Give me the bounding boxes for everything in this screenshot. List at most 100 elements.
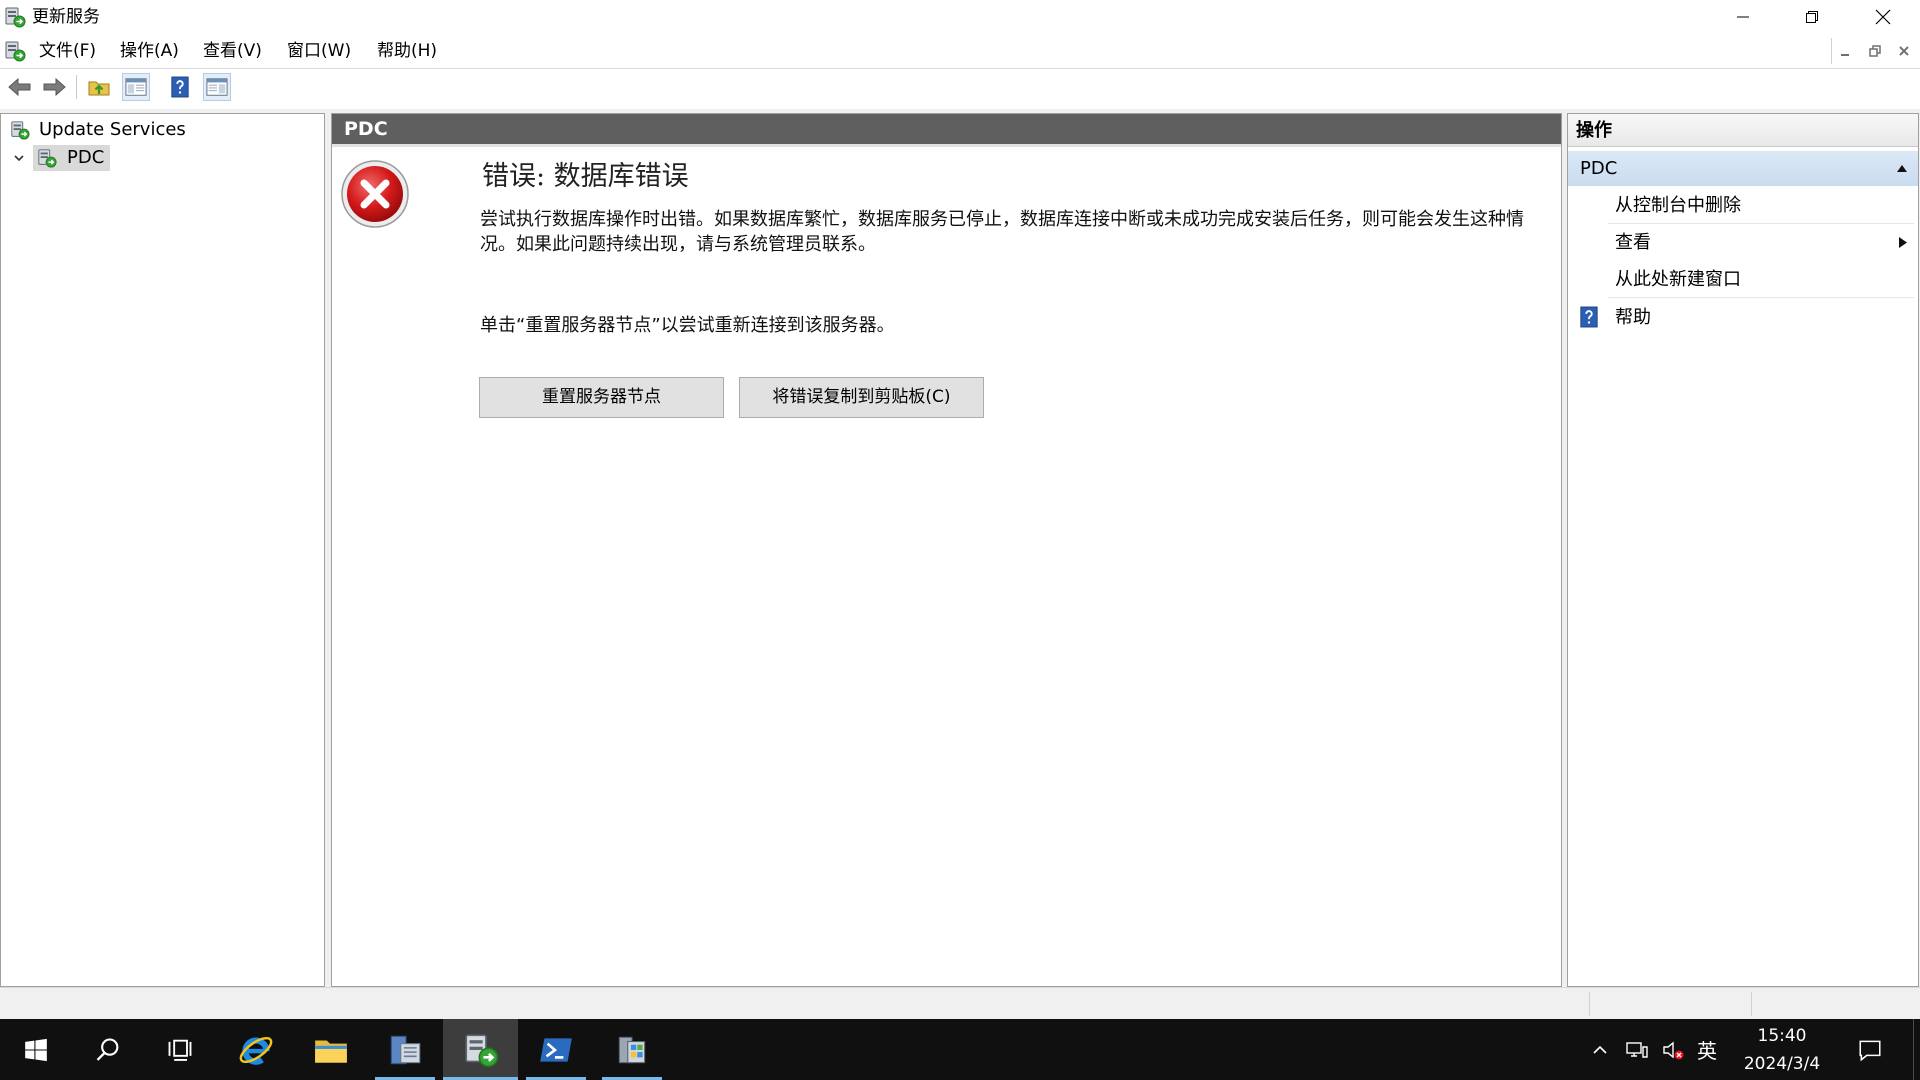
update-services-app-icon[interactable] — [4, 6, 26, 28]
taskbar: 英 15:40 2024/3/4 — [0, 1019, 1920, 1080]
mdi-minimize-icon — [1841, 54, 1849, 56]
action-separator — [1608, 297, 1914, 298]
content-header: PDC — [332, 114, 1561, 147]
mdi-separator — [1831, 38, 1832, 64]
taskbar-update-services[interactable] — [443, 1019, 518, 1080]
reset-server-node-button[interactable]: 重置服务器节点 — [479, 377, 724, 418]
clock-time: 15:40 — [1757, 1026, 1807, 1046]
status-bar — [0, 987, 1920, 1019]
search-button[interactable] — [72, 1019, 144, 1080]
error-title: 错误: 数据库错误 — [482, 161, 689, 192]
action-label: 查看 — [1615, 232, 1651, 253]
file-explorer-icon — [315, 1040, 347, 1063]
tree-node-label: PDC — [67, 147, 105, 168]
status-divider — [1751, 992, 1752, 1016]
clock-date: 2024/3/4 — [1743, 1054, 1821, 1074]
close-icon — [1875, 9, 1891, 25]
menu-window[interactable]: 窗口(W) — [283, 34, 355, 68]
window-title: 更新服务 — [32, 7, 100, 27]
taskbar-file-explorer[interactable] — [294, 1019, 368, 1080]
back-arrow-icon — [8, 77, 31, 97]
menu-bar: 文件(F) 操作(A) 查看(V) 窗口(W) 帮助(H) — [0, 34, 1920, 69]
show-hide-action-pane-icon — [206, 78, 228, 96]
menu-action[interactable]: 操作(A) — [116, 34, 183, 68]
up-one-level-icon — [88, 81, 110, 96]
action-view[interactable]: 查看 — [1568, 224, 1918, 261]
help-button[interactable] — [166, 73, 194, 101]
taskbar-server-manager[interactable] — [368, 1019, 442, 1080]
start-icon — [25, 1038, 47, 1061]
update-services-icon — [464, 1033, 498, 1067]
console-system-menu-icon[interactable] — [4, 40, 26, 62]
forward-arrow-icon — [43, 77, 66, 97]
input-method-indicator[interactable]: 英 — [1692, 1019, 1722, 1080]
action-new-window-from-here[interactable]: 从此处新建窗口 — [1568, 261, 1918, 298]
action-help[interactable]: 帮助 — [1568, 299, 1918, 336]
show-desktop-button[interactable] — [1913, 1019, 1914, 1080]
mdi-close-icon — [1899, 46, 1909, 56]
taskbar-powershell[interactable] — [519, 1019, 593, 1080]
up-one-level-button[interactable] — [85, 73, 113, 101]
menu-view[interactable]: 查看(V) — [199, 34, 266, 68]
taskbar-server-tool[interactable] — [595, 1019, 669, 1080]
volume-muted-icon — [1663, 1041, 1684, 1059]
minimize-button[interactable] — [1709, 0, 1777, 34]
mdi-restore-button[interactable] — [1863, 39, 1887, 63]
chevron-down-icon[interactable] — [13, 152, 25, 164]
internet-explorer-icon — [239, 1036, 273, 1065]
content-header-title: PDC — [344, 118, 388, 140]
content-pane: PDC 错误: 数据库错误 尝试执行数据库操作时出错。如果数据库繁忙，数据库服务… — [331, 113, 1562, 987]
tree-node-update-services[interactable]: Update Services — [1, 117, 324, 143]
submenu-arrow-icon — [1898, 236, 1908, 249]
update-services-node-icon — [10, 120, 30, 140]
show-hide-console-tree-button[interactable] — [122, 73, 150, 101]
clock[interactable]: 15:40 2024/3/4 — [1730, 1019, 1834, 1080]
action-center-button[interactable] — [1850, 1019, 1890, 1080]
menu-file[interactable]: 文件(F) — [35, 34, 100, 68]
server-node-icon — [37, 148, 57, 168]
restore-icon — [1806, 11, 1818, 23]
actions-section-pdc[interactable]: PDC — [1568, 151, 1918, 186]
notification-icon — [1859, 1040, 1881, 1061]
forward-button[interactable] — [40, 73, 68, 101]
tree-root-label: Update Services — [39, 119, 186, 140]
show-hide-action-pane-button[interactable] — [203, 73, 231, 101]
powershell-icon — [540, 1037, 572, 1062]
action-label: 帮助 — [1615, 307, 1651, 328]
copy-error-to-clipboard-button[interactable]: 将错误复制到剪贴板(C) — [739, 377, 984, 418]
menu-help[interactable]: 帮助(H) — [373, 34, 441, 68]
mdi-minimize-button[interactable] — [1833, 39, 1857, 63]
action-remove-from-console[interactable]: 从控制台中删除 — [1568, 187, 1918, 224]
actions-section-label: PDC — [1580, 158, 1618, 179]
show-hide-console-tree-icon — [125, 78, 147, 96]
mdi-restore-icon — [1869, 45, 1881, 57]
back-button[interactable] — [6, 73, 34, 101]
action-label: 从控制台中删除 — [1615, 195, 1741, 216]
network-icon — [1626, 1041, 1648, 1058]
reset-instruction: 单击“重置服务器节点”以尝试重新连接到该服务器。 — [480, 315, 895, 336]
error-icon — [340, 159, 410, 229]
taskbar-internet-explorer[interactable] — [219, 1019, 293, 1080]
start-button[interactable] — [0, 1019, 72, 1080]
server-tool-icon — [618, 1036, 646, 1063]
status-divider — [1589, 992, 1590, 1016]
error-message: 尝试执行数据库操作时出错。如果数据库繁忙，数据库服务已停止，数据库连接中断或未成… — [480, 209, 1524, 255]
actions-header-title: 操作 — [1576, 120, 1612, 141]
mdi-close-button[interactable] — [1892, 39, 1916, 63]
toolbar-separator — [76, 75, 77, 99]
network-tray-button[interactable] — [1622, 1019, 1652, 1080]
help-icon — [1579, 305, 1599, 329]
search-icon — [96, 1037, 119, 1061]
show-hidden-icons-button[interactable] — [1586, 1019, 1614, 1080]
title-bar[interactable]: 更新服务 — [0, 0, 1920, 34]
tree-node-pdc[interactable]: PDC — [1, 145, 324, 171]
task-view-button[interactable] — [144, 1019, 216, 1080]
restore-button[interactable] — [1778, 0, 1846, 34]
task-view-icon — [168, 1039, 192, 1061]
volume-tray-button[interactable] — [1658, 1019, 1688, 1080]
chevron-up-icon — [1593, 1045, 1607, 1054]
collapse-up-icon[interactable] — [1896, 163, 1908, 173]
console-tree-pane[interactable]: Update Services PDC — [0, 113, 325, 987]
actions-pane: 操作 PDC 从控制台中删除 查看 从此处新建窗口 帮助 — [1567, 113, 1919, 987]
close-button[interactable] — [1849, 0, 1917, 34]
